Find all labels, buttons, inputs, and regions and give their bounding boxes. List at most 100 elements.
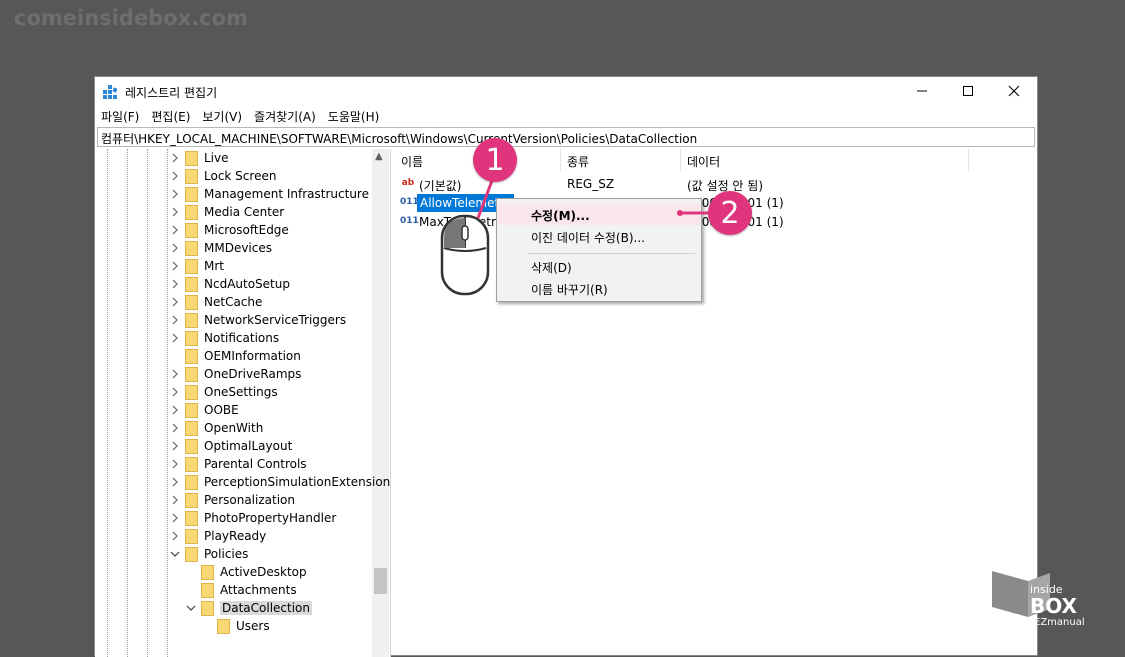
context-modify[interactable]: 수정(M)... bbox=[498, 203, 700, 225]
tree-item-label: Live bbox=[204, 151, 229, 165]
tree-item-mmdevices[interactable]: MMDevices bbox=[169, 239, 272, 257]
chevron-right-icon[interactable] bbox=[169, 315, 181, 325]
chevron-right-icon[interactable] bbox=[169, 153, 181, 163]
chevron-down-icon[interactable] bbox=[169, 550, 181, 558]
tree-item-label: Media Center bbox=[204, 205, 285, 219]
tree-item-label: ActiveDesktop bbox=[220, 565, 307, 579]
tree-item-live[interactable]: Live bbox=[169, 149, 229, 167]
tree-item-users[interactable]: Users bbox=[201, 617, 270, 635]
tree-item-label: Users bbox=[236, 619, 270, 633]
close-icon bbox=[1008, 85, 1020, 97]
chevron-right-icon[interactable] bbox=[169, 441, 181, 451]
value-type: REG_SZ bbox=[567, 177, 615, 191]
tree-item-activedesktop[interactable]: ActiveDesktop bbox=[185, 563, 307, 581]
tree-item-label: OOBE bbox=[204, 403, 239, 417]
tree-item-onedriveramps[interactable]: OneDriveRamps bbox=[169, 365, 301, 383]
tree-item-playready[interactable]: PlayReady bbox=[169, 527, 266, 545]
folder-icon bbox=[185, 510, 198, 526]
tree-scrollbar[interactable]: ▲ bbox=[372, 149, 389, 657]
tree-item-onesettings[interactable]: OneSettings bbox=[169, 383, 278, 401]
tree-item-networkservicetriggers[interactable]: NetworkServiceTriggers bbox=[169, 311, 346, 329]
chevron-right-icon[interactable] bbox=[169, 387, 181, 397]
chevron-down-icon[interactable] bbox=[185, 604, 197, 612]
tree-item-label: DataCollection bbox=[220, 601, 313, 615]
tree-item-attachments[interactable]: Attachments bbox=[185, 581, 297, 599]
tree-item-label: Lock Screen bbox=[204, 169, 277, 183]
tree-item-media-center[interactable]: Media Center bbox=[169, 203, 284, 221]
tree-item-photopropertyhandler[interactable]: PhotoPropertyHandler bbox=[169, 509, 336, 527]
tree-item-personalization[interactable]: Personalization bbox=[169, 491, 295, 509]
chevron-right-icon[interactable] bbox=[169, 369, 181, 379]
folder-icon bbox=[185, 330, 198, 346]
tree-item-ncdautosetup[interactable]: NcdAutoSetup bbox=[169, 275, 290, 293]
folder-icon bbox=[185, 168, 198, 184]
registry-editor-icon bbox=[103, 85, 117, 99]
chevron-right-icon[interactable] bbox=[169, 279, 181, 289]
context-delete[interactable]: 삭제(D) bbox=[498, 255, 700, 277]
tree-item-label: Notifications bbox=[204, 331, 280, 345]
context-rename[interactable]: 이름 바꾸기(R) bbox=[498, 277, 700, 299]
tree-item-netcache[interactable]: NetCache bbox=[169, 293, 262, 311]
tree-item-notifications[interactable]: Notifications bbox=[169, 329, 279, 347]
tree-item-label: Mrt bbox=[204, 259, 224, 273]
maximize-button[interactable] bbox=[945, 77, 991, 105]
title-bar: 레지스트리 편집기 bbox=[95, 77, 1037, 105]
scroll-thumb[interactable] bbox=[374, 568, 387, 594]
folder-icon bbox=[185, 294, 198, 310]
context-modify-binary[interactable]: 이진 데이터 수정(B)... bbox=[498, 225, 700, 247]
chevron-right-icon[interactable] bbox=[169, 297, 181, 307]
logo-bottom-text: EZmanual bbox=[1034, 617, 1085, 627]
chevron-right-icon[interactable] bbox=[169, 495, 181, 505]
folder-icon bbox=[185, 384, 198, 400]
menu-favorites[interactable]: 즐겨찾기(A) bbox=[248, 106, 322, 126]
chevron-right-icon[interactable] bbox=[169, 171, 181, 181]
minimize-button[interactable] bbox=[899, 77, 945, 105]
tree-item-microsoftedge[interactable]: MicrosoftEdge bbox=[169, 221, 289, 239]
folder-icon bbox=[185, 240, 198, 256]
menu-view[interactable]: 보기(V) bbox=[196, 106, 248, 126]
tree-item-perceptionsimulationextensions[interactable]: PerceptionSimulationExtensions bbox=[169, 473, 390, 491]
folder-icon bbox=[185, 438, 198, 454]
close-button[interactable] bbox=[991, 77, 1037, 105]
menu-help[interactable]: 도움말(H) bbox=[322, 106, 386, 126]
menu-file[interactable]: 파일(F) bbox=[95, 106, 145, 126]
chevron-right-icon[interactable] bbox=[169, 531, 181, 541]
chevron-right-icon[interactable] bbox=[169, 225, 181, 235]
tree-item-optimallayout[interactable]: OptimalLayout bbox=[169, 437, 292, 455]
tree-item-mrt[interactable]: Mrt bbox=[169, 257, 224, 275]
chevron-right-icon[interactable] bbox=[169, 261, 181, 271]
tree-item-label: OneSettings bbox=[204, 385, 278, 399]
step-badge-1: 1 bbox=[473, 138, 517, 182]
column-data[interactable]: 데이터 bbox=[681, 149, 969, 171]
logo-middle-text: BOX bbox=[1030, 594, 1078, 618]
chevron-right-icon[interactable] bbox=[169, 405, 181, 415]
tree-item-datacollection[interactable]: DataCollection bbox=[185, 599, 313, 617]
dword-value-icon: 011 bbox=[400, 197, 419, 207]
tree-item-policies[interactable]: Policies bbox=[169, 545, 248, 563]
watermark: comeinsidebox.com bbox=[14, 6, 248, 30]
chevron-right-icon[interactable] bbox=[169, 333, 181, 343]
chevron-right-icon[interactable] bbox=[169, 189, 181, 199]
folder-icon bbox=[185, 420, 198, 436]
column-type[interactable]: 종류 bbox=[561, 149, 681, 171]
insidebox-logo: inside BOX EZmanual bbox=[992, 571, 1085, 627]
folder-icon bbox=[185, 456, 198, 472]
tree-item-lock-screen[interactable]: Lock Screen bbox=[169, 167, 276, 185]
chevron-right-icon[interactable] bbox=[169, 207, 181, 217]
chevron-right-icon[interactable] bbox=[169, 459, 181, 469]
address-bar[interactable]: 컴퓨터\HKEY_LOCAL_MACHINE\SOFTWARE\Microsof… bbox=[97, 127, 1035, 147]
tree-item-parental-controls[interactable]: Parental Controls bbox=[169, 455, 307, 473]
chevron-right-icon[interactable] bbox=[169, 513, 181, 523]
tree-item-oeminformation[interactable]: OEMInformation bbox=[169, 347, 301, 365]
chevron-right-icon[interactable] bbox=[169, 477, 181, 487]
tree-item-label: Management Infrastructure bbox=[204, 187, 369, 201]
folder-icon bbox=[185, 150, 198, 166]
tree-item-openwith[interactable]: OpenWith bbox=[169, 419, 263, 437]
tree-item-management-infrastructure[interactable]: Management Infrastructure bbox=[169, 185, 369, 203]
tree-item-oobe[interactable]: OOBE bbox=[169, 401, 239, 419]
chevron-right-icon[interactable] bbox=[169, 423, 181, 433]
tree-item-label: Parental Controls bbox=[204, 457, 307, 471]
menu-edit[interactable]: 편집(E) bbox=[145, 106, 196, 126]
scroll-up-icon[interactable]: ▲ bbox=[375, 151, 383, 162]
chevron-right-icon[interactable] bbox=[169, 243, 181, 253]
